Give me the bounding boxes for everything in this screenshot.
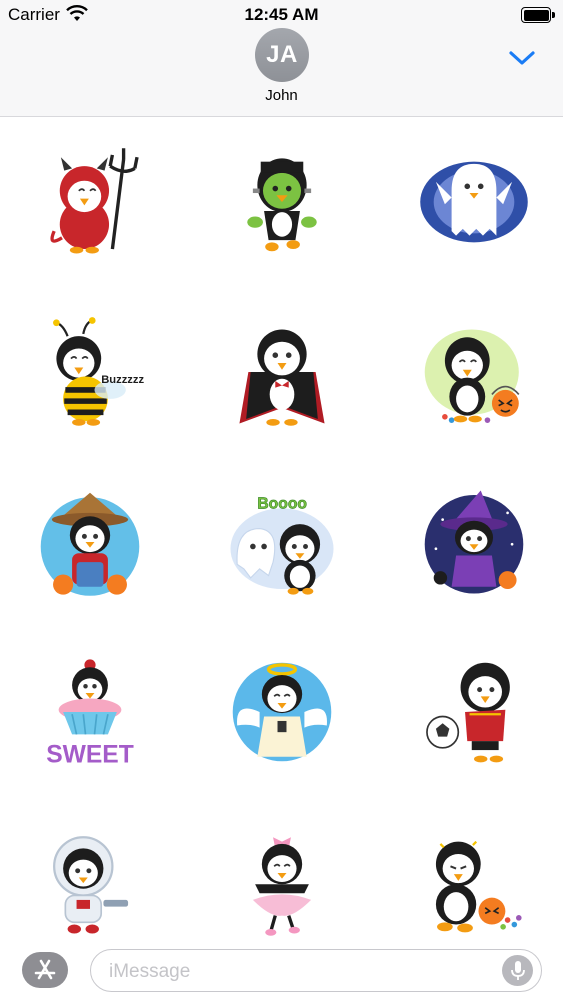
chevron-down-icon	[509, 51, 535, 65]
sticker-angel-penguin[interactable]	[222, 652, 342, 772]
boo-text: Boooo	[257, 495, 307, 512]
buzz-text: Buzzzzz	[101, 374, 144, 386]
sweet-text: SWEET	[46, 741, 134, 768]
sticker-spilled-candy-penguin[interactable]	[414, 822, 534, 941]
sticker-witch-penguin[interactable]	[414, 482, 534, 602]
conversation-header: Carrier 12:45 AM JA John	[0, 0, 563, 117]
collapse-button[interactable]	[505, 44, 539, 72]
dictation-button[interactable]	[502, 955, 533, 986]
composer-bar: iMessage	[0, 941, 563, 1000]
sticker-cupcake-penguin[interactable]: SWEET	[30, 652, 150, 772]
app-store-button[interactable]	[22, 952, 68, 988]
sticker-frankenstein-penguin[interactable]	[222, 142, 342, 262]
message-input[interactable]: iMessage	[90, 949, 542, 992]
sticker-scarecrow-penguin[interactable]	[30, 482, 150, 602]
message-placeholder: iMessage	[109, 961, 191, 982]
sticker-devil-penguin[interactable]	[30, 142, 150, 262]
sticker-grid: Buzzzzz Boooo SWEET	[0, 118, 563, 941]
status-bar: Carrier 12:45 AM	[0, 0, 563, 30]
battery-icon	[521, 7, 555, 23]
sticker-ballerina-penguin[interactable]	[222, 822, 342, 941]
sticker-bee-penguin[interactable]: Buzzzzz	[30, 312, 150, 432]
app-store-icon	[34, 959, 56, 980]
contact-name[interactable]: John	[0, 87, 563, 104]
sticker-candy-bucket-penguin[interactable]	[414, 312, 534, 432]
sticker-soccer-penguin[interactable]	[414, 652, 534, 772]
clock: 12:45 AM	[244, 5, 319, 24]
microphone-icon	[510, 960, 525, 980]
sticker-astronaut-penguin[interactable]	[30, 822, 150, 941]
sticker-boo-ghost-penguin[interactable]: Boooo	[222, 482, 342, 602]
sticker-ghost-penguin[interactable]	[414, 142, 534, 262]
avatar[interactable]: JA	[255, 28, 309, 82]
sticker-vampire-penguin[interactable]	[222, 312, 342, 432]
